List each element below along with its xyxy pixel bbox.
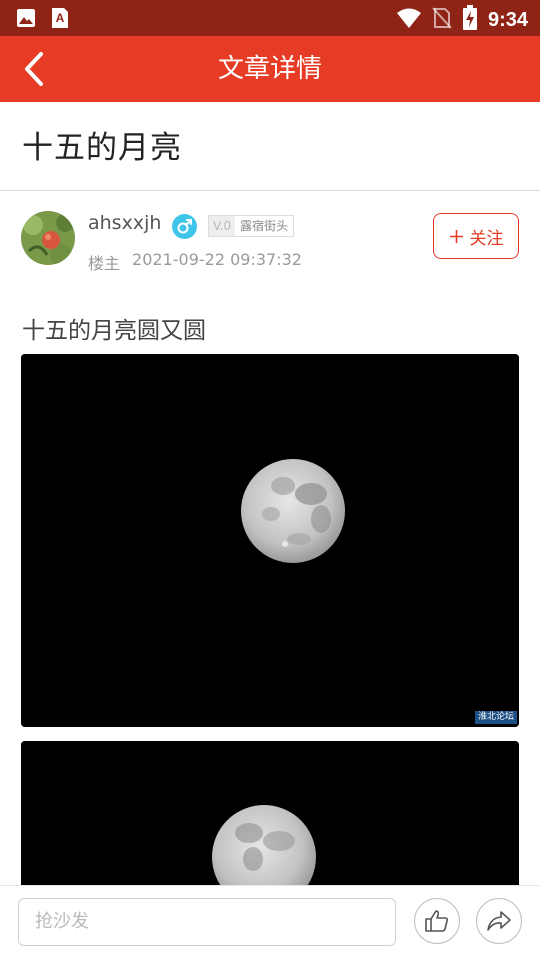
no-sim-icon — [432, 6, 452, 34]
comment-input[interactable]: 抢沙发 — [18, 898, 396, 946]
follow-button[interactable]: 关注 — [433, 213, 519, 259]
thumbs-up-icon — [425, 910, 449, 932]
gallery-icon — [16, 8, 36, 32]
level-value: V.0 — [209, 216, 236, 236]
status-left-icons: A — [16, 7, 70, 33]
svg-text:A: A — [56, 11, 65, 25]
post-timestamp: 2021-09-22 09:37:32 — [132, 250, 302, 269]
share-arrow-icon — [487, 911, 511, 931]
article-title: 十五的月亮 — [22, 130, 182, 166]
like-button[interactable] — [414, 898, 460, 944]
plus-icon — [449, 229, 463, 243]
chevron-left-icon — [25, 52, 43, 86]
watermark: 淮北论坛 — [474, 711, 517, 724]
author-role: 楼主 — [88, 254, 121, 273]
author-meta: 楼主 2021-09-22 09:37:32 — [88, 250, 302, 274]
status-right-icons: 9:34 — [396, 5, 528, 35]
male-icon — [172, 214, 197, 239]
app-header: 文章详情 — [0, 36, 540, 102]
wifi-icon — [396, 7, 422, 33]
back-button[interactable] — [16, 50, 52, 88]
follow-label: 关注 — [469, 228, 504, 249]
level-badge: V.0 露宿街头 — [208, 215, 295, 237]
app-a-icon: A — [50, 7, 70, 33]
battery-charging-icon — [462, 5, 478, 35]
level-name: 露宿街头 — [235, 216, 294, 236]
avatar[interactable] — [21, 211, 75, 265]
status-time: 9:34 — [487, 9, 528, 31]
divider — [0, 190, 540, 191]
article-body-text: 十五的月亮圆又圆 — [22, 318, 206, 344]
moon-photo-2[interactable] — [21, 741, 519, 901]
share-button[interactable] — [476, 898, 522, 944]
moon-photo-1[interactable]: 淮北论坛 — [21, 354, 519, 727]
bottom-bar: 抢沙发 — [0, 885, 540, 960]
author-name[interactable]: ahsxxjh — [88, 212, 161, 234]
status-bar: A 9:34 — [0, 0, 540, 36]
page-title: 文章详情 — [217, 54, 322, 84]
